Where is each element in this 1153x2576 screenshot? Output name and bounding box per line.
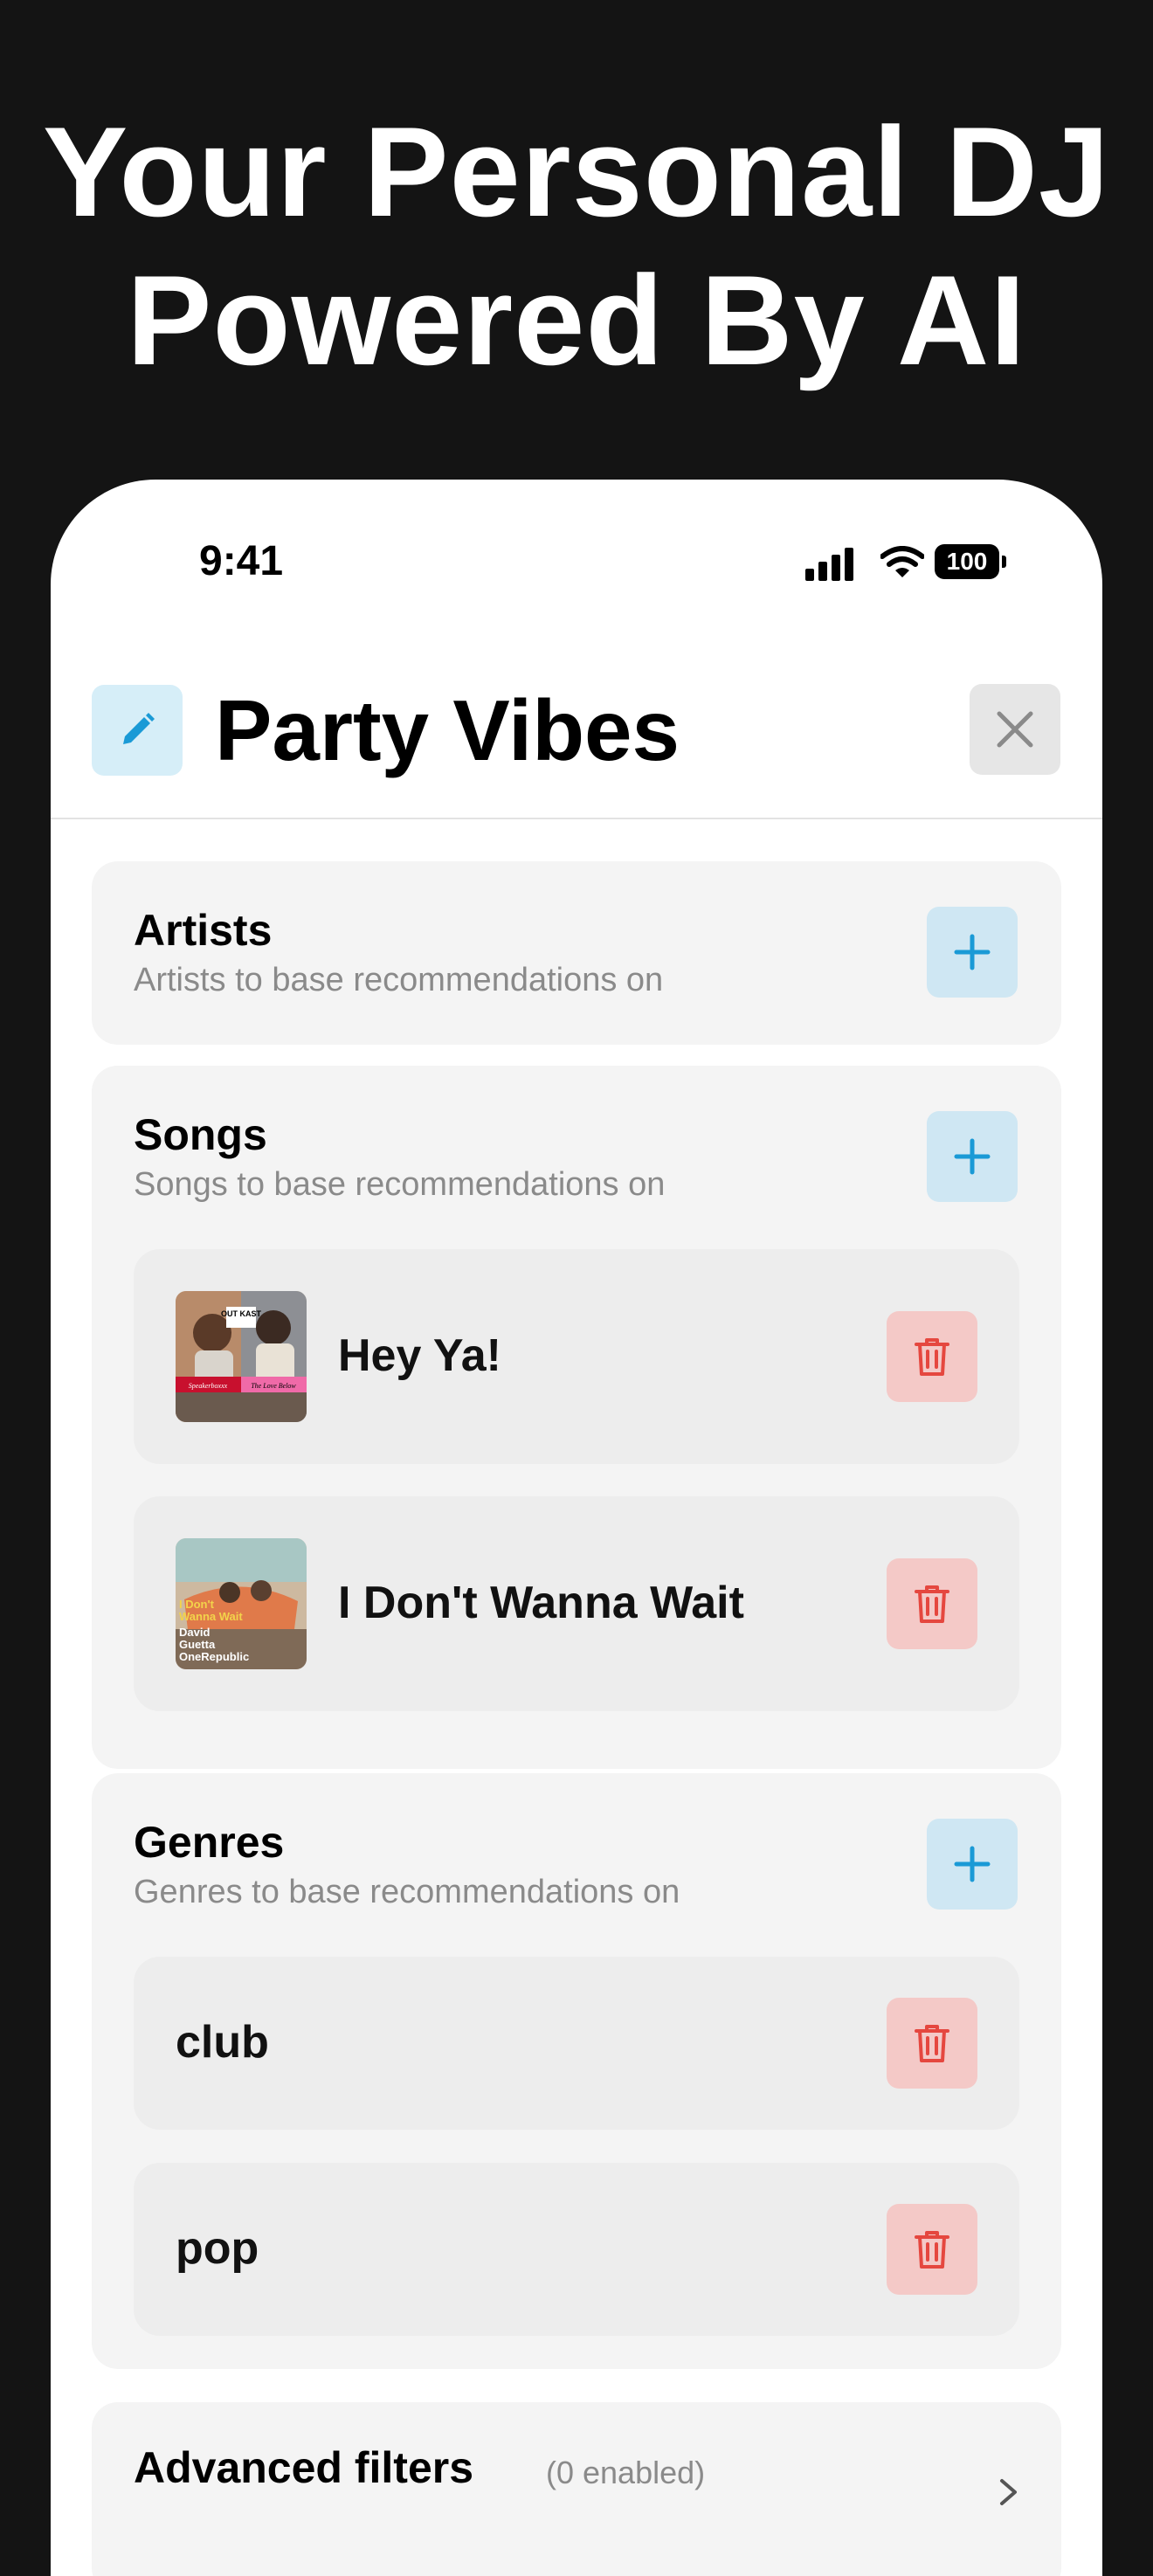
song-item: I Don't Wanna Wait David Guetta OneRepub… bbox=[134, 1496, 1019, 1711]
album-art-text: I Don't bbox=[179, 1598, 215, 1611]
artists-section: Artists Artists to base recommendations … bbox=[92, 861, 1061, 1045]
artists-subtitle: Artists to base recommendations on bbox=[134, 962, 664, 998]
header-divider bbox=[51, 818, 1102, 819]
add-artist-button[interactable] bbox=[927, 907, 1018, 998]
genre-item: club bbox=[134, 1957, 1019, 2130]
delete-song-button[interactable] bbox=[887, 1558, 977, 1649]
album-art-text-left: Speakerboxxx bbox=[189, 1382, 228, 1390]
status-time: 9:41 bbox=[199, 538, 284, 584]
promo-headline-line-1: Your Personal DJ bbox=[42, 100, 1111, 243]
wifi-icon bbox=[880, 546, 924, 577]
close-icon bbox=[997, 711, 1033, 748]
song-title: I Don't Wanna Wait bbox=[338, 1578, 744, 1628]
trash-icon bbox=[915, 2231, 949, 2269]
delete-genre-button[interactable] bbox=[887, 2204, 977, 2295]
delete-genre-button[interactable] bbox=[887, 1998, 977, 2089]
genre-label: club bbox=[176, 2017, 269, 2068]
promo-headline: Your Personal DJ Powered By AI bbox=[0, 98, 1153, 395]
status-icons: 100 bbox=[804, 544, 1031, 581]
plus-icon bbox=[954, 934, 991, 970]
genres-title: Genres bbox=[134, 1818, 285, 1867]
songs-title: Songs bbox=[134, 1110, 267, 1159]
genre-label: pop bbox=[176, 2223, 259, 2274]
songs-subtitle: Songs to base recommendations on bbox=[134, 1166, 666, 1203]
album-art-text: OneRepublic bbox=[179, 1650, 249, 1663]
advanced-filters-row[interactable]: Advanced filters (0 enabled) bbox=[92, 2402, 1061, 2576]
genres-section: Genres Genres to base recommendations on… bbox=[92, 1773, 1061, 2369]
album-art-text: David bbox=[179, 1626, 210, 1639]
genre-item: pop bbox=[134, 2163, 1019, 2336]
genres-subtitle: Genres to base recommendations on bbox=[134, 1874, 680, 1910]
advanced-filters-title: Advanced filters bbox=[134, 2443, 474, 2492]
page-title: Party Vibes bbox=[215, 682, 680, 778]
album-art-outkast: OUT KAST Speakerboxxx The Love Below bbox=[176, 1291, 307, 1422]
add-genre-button[interactable] bbox=[927, 1819, 1018, 1910]
chevron-right-icon bbox=[1000, 2479, 1017, 2505]
album-art-text: Guetta bbox=[179, 1638, 216, 1651]
song-title: Hey Ya! bbox=[338, 1330, 501, 1381]
plus-icon bbox=[954, 1846, 991, 1882]
album-art-text: Wanna Wait bbox=[179, 1610, 243, 1623]
trash-icon bbox=[915, 1338, 949, 1376]
battery-icon: 100 bbox=[935, 544, 999, 579]
add-song-button[interactable] bbox=[927, 1111, 1018, 1202]
song-item: OUT KAST Speakerboxxx The Love Below Hey… bbox=[134, 1249, 1019, 1464]
songs-section-body: Songs Songs to base recommendations on O… bbox=[92, 1066, 1061, 1769]
album-art-i-dont-wanna-wait: I Don't Wanna Wait David Guetta OneRepub… bbox=[176, 1538, 307, 1669]
edit-title-button[interactable] bbox=[92, 685, 183, 776]
phone-screen: 9:41 100 Party Vibes Artists Artists to … bbox=[51, 480, 1102, 2576]
close-button[interactable] bbox=[970, 684, 1060, 775]
plus-icon bbox=[954, 1138, 991, 1175]
promo-headline-line-2: Powered By AI bbox=[127, 249, 1026, 391]
delete-song-button[interactable] bbox=[887, 1311, 977, 1402]
artists-title: Artists bbox=[134, 906, 273, 955]
pencil-icon bbox=[123, 713, 155, 744]
album-art-text-right: The Love Below bbox=[251, 1382, 296, 1390]
trash-icon bbox=[915, 1585, 949, 1623]
trash-icon bbox=[915, 2025, 949, 2062]
advanced-filters-count: (0 enabled) bbox=[546, 2455, 706, 2490]
album-art-text: OUT KAST bbox=[221, 1309, 262, 1318]
